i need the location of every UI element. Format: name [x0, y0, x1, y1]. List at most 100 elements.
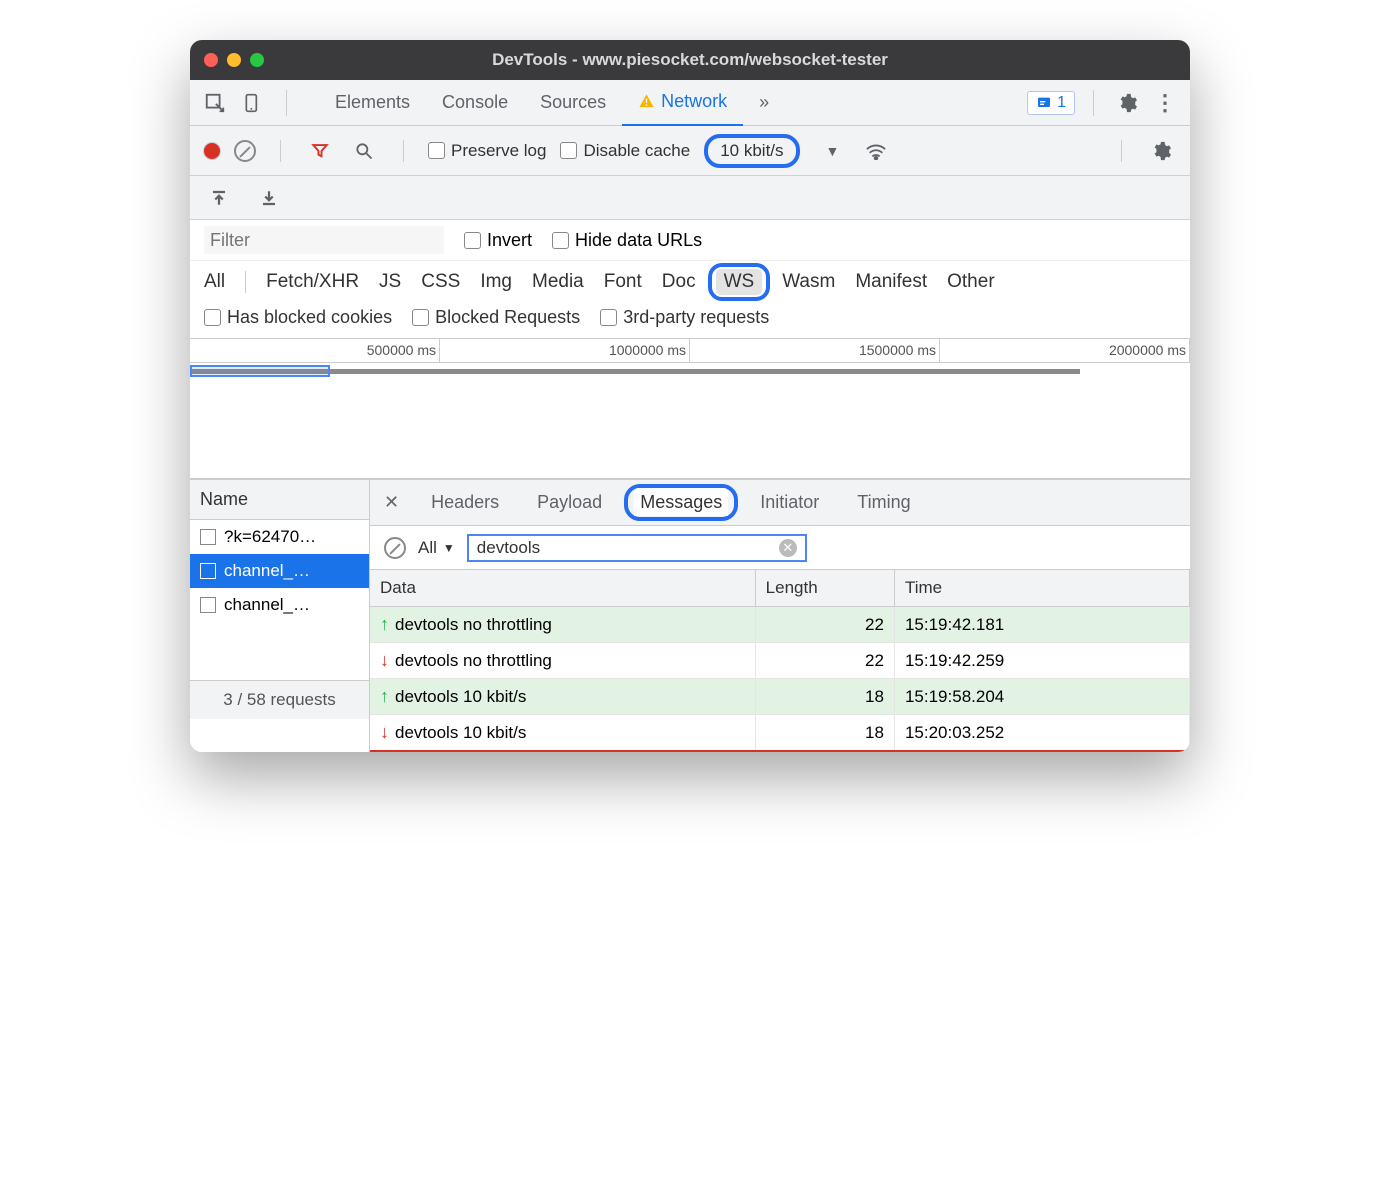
filter-manifest[interactable]: Manifest	[855, 271, 927, 293]
tab-headers[interactable]: Headers	[425, 488, 505, 517]
message-time: 15:19:58.204	[894, 679, 1189, 715]
message-data: ↓devtools no throttling	[370, 643, 755, 679]
tick-label: 1000000 ms	[609, 342, 686, 358]
titlebar: DevTools - www.piesocket.com/websocket-t…	[190, 40, 1190, 80]
filter-fetch-xhr[interactable]: Fetch/XHR	[266, 271, 359, 293]
close-window-button[interactable]	[204, 53, 218, 67]
checkbox-icon	[560, 142, 577, 159]
window-controls	[204, 53, 264, 67]
tab-timing[interactable]: Timing	[851, 488, 916, 517]
network-toolbar: Preserve log Disable cache 10 kbit/s ▼	[190, 126, 1190, 176]
tab-initiator[interactable]: Initiator	[754, 488, 825, 517]
message-type-value: All	[418, 538, 437, 558]
filter-js[interactable]: JS	[379, 271, 401, 293]
col-length[interactable]: Length	[755, 570, 894, 607]
chevron-down-icon[interactable]: ▼	[826, 143, 840, 159]
minimize-window-button[interactable]	[227, 53, 241, 67]
request-name: channel_…	[224, 595, 310, 615]
tick-label: 500000 ms	[367, 342, 436, 358]
extra-filters: Has blocked cookies Blocked Requests 3rd…	[190, 301, 1190, 339]
tick-label: 1500000 ms	[859, 342, 936, 358]
main-toolbar: Elements Console Sources Network » 1 ⋮	[190, 80, 1190, 126]
throttling-dropdown[interactable]: 10 kbit/s	[704, 134, 799, 168]
filter-bar: Invert Hide data URLs	[190, 220, 1190, 261]
record-button[interactable]	[204, 143, 220, 159]
clear-button[interactable]	[234, 140, 256, 162]
arrow-down-icon: ↓	[380, 722, 389, 742]
issues-badge[interactable]: 1	[1027, 91, 1075, 115]
request-row[interactable]: channel_…	[190, 588, 369, 622]
col-time[interactable]: Time	[894, 570, 1189, 607]
message-filter-input[interactable]: devtools ✕	[467, 534, 807, 562]
disable-cache-checkbox[interactable]: Disable cache	[560, 141, 690, 161]
message-type-select[interactable]: All ▼	[418, 538, 455, 558]
message-row[interactable]: ↓devtools no throttling2215:19:42.259	[370, 643, 1190, 679]
separator	[403, 140, 404, 162]
request-row[interactable]: channel_…	[190, 554, 369, 588]
message-time: 15:19:42.181	[894, 607, 1189, 643]
device-toggle-icon[interactable]	[238, 88, 268, 118]
messages-filter-bar: All ▼ devtools ✕	[370, 526, 1190, 570]
tab-elements[interactable]: Elements	[319, 80, 426, 126]
message-data: ↑devtools 10 kbit/s	[370, 679, 755, 715]
filter-media[interactable]: Media	[532, 271, 584, 293]
hide-data-urls-checkbox[interactable]: Hide data URLs	[552, 230, 702, 251]
export-har-icon[interactable]	[254, 183, 284, 213]
har-toolbar	[190, 176, 1190, 220]
tab-sources[interactable]: Sources	[524, 80, 622, 126]
message-filter-value: devtools	[477, 538, 540, 558]
tab-payload[interactable]: Payload	[531, 488, 608, 517]
arrow-up-icon: ↑	[380, 614, 389, 634]
request-name: ?k=62470…	[224, 527, 316, 547]
clear-input-icon[interactable]: ✕	[779, 539, 797, 557]
maximize-window-button[interactable]	[250, 53, 264, 67]
request-count: 3 / 58 requests	[190, 680, 369, 719]
separator	[245, 271, 246, 293]
filter-ws[interactable]: WS	[716, 269, 763, 295]
filter-img[interactable]: Img	[480, 271, 512, 293]
import-har-icon[interactable]	[204, 183, 234, 213]
blocked-cookies-checkbox[interactable]: Has blocked cookies	[204, 307, 392, 328]
network-body: Name ?k=62470… channel_… channel_… 3 / 5…	[190, 479, 1190, 752]
tab-messages[interactable]: Messages	[634, 488, 728, 516]
clear-messages-button[interactable]	[384, 537, 406, 559]
tab-network[interactable]: Network	[622, 80, 743, 126]
close-detail-button[interactable]: ✕	[384, 492, 399, 513]
separator	[280, 140, 281, 162]
network-settings-gear-icon[interactable]	[1146, 136, 1176, 166]
invert-checkbox[interactable]: Invert	[464, 230, 532, 251]
filter-other[interactable]: Other	[947, 271, 995, 293]
file-icon	[200, 529, 216, 545]
disable-cache-label: Disable cache	[583, 141, 690, 161]
filter-all[interactable]: All	[204, 271, 225, 293]
filter-doc[interactable]: Doc	[662, 271, 696, 293]
more-tabs-button[interactable]: »	[743, 80, 785, 126]
col-data[interactable]: Data	[370, 570, 755, 607]
timeline-overview[interactable]: 500000 ms 1000000 ms 1500000 ms 2000000 …	[190, 339, 1190, 479]
message-data: ↑devtools no throttling	[370, 607, 755, 643]
name-column-header[interactable]: Name	[190, 480, 369, 520]
file-icon	[200, 597, 216, 613]
filter-wasm[interactable]: Wasm	[782, 271, 835, 293]
timeline-selection[interactable]	[190, 365, 330, 377]
filter-toggle-icon[interactable]	[305, 136, 335, 166]
message-row[interactable]: ↑devtools no throttling2215:19:42.181	[370, 607, 1190, 643]
request-row[interactable]: ?k=62470…	[190, 520, 369, 554]
filter-css[interactable]: CSS	[421, 271, 460, 293]
preserve-log-label: Preserve log	[451, 141, 546, 161]
filter-input[interactable]	[204, 226, 444, 254]
filter-font[interactable]: Font	[604, 271, 642, 293]
tab-console[interactable]: Console	[426, 80, 524, 126]
preserve-log-checkbox[interactable]: Preserve log	[428, 141, 546, 161]
kebab-menu-icon[interactable]: ⋮	[1150, 88, 1180, 118]
clear-icon	[384, 537, 406, 559]
inspect-icon[interactable]	[200, 88, 230, 118]
request-list: Name ?k=62470… channel_… channel_… 3 / 5…	[190, 480, 370, 752]
network-conditions-icon[interactable]	[861, 136, 891, 166]
third-party-checkbox[interactable]: 3rd-party requests	[600, 307, 769, 328]
message-row[interactable]: ↓devtools 10 kbit/s1815:20:03.252	[370, 715, 1190, 752]
blocked-requests-checkbox[interactable]: Blocked Requests	[412, 307, 580, 328]
message-row[interactable]: ↑devtools 10 kbit/s1815:19:58.204	[370, 679, 1190, 715]
search-icon[interactable]	[349, 136, 379, 166]
settings-gear-icon[interactable]	[1112, 88, 1142, 118]
